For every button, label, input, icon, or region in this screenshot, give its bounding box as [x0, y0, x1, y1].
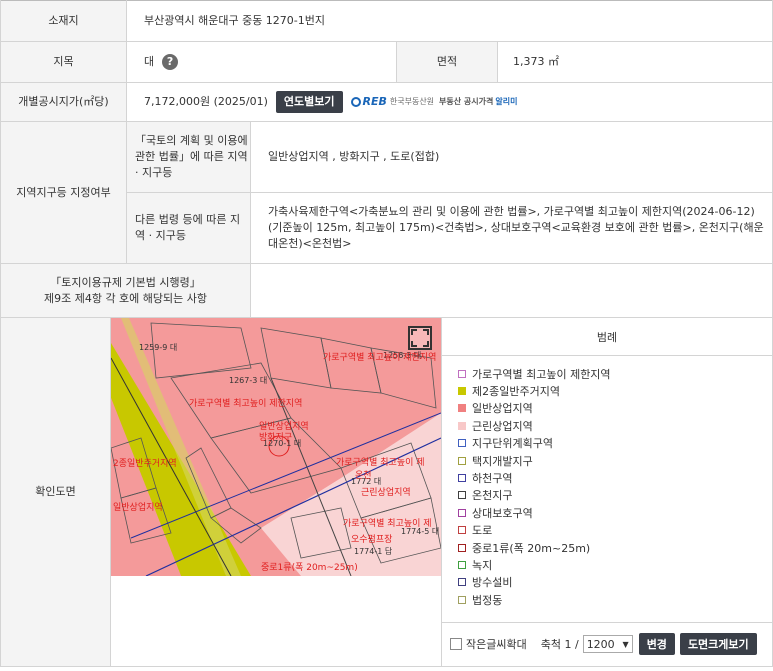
legend-swatch — [458, 473, 466, 482]
legend-item: 택지개발지구 — [458, 453, 533, 468]
map-lot-label: 1774-1 답 — [354, 547, 393, 556]
legend-item: 온천지구 — [458, 488, 512, 503]
legend-item: 가로구역별 최고높이 제한지역 — [458, 366, 611, 381]
map-facility-label: 오수펌프장 — [351, 535, 393, 545]
regulation-value — [268, 264, 758, 317]
jimok-label: 지목 — [1, 42, 126, 82]
legend-item: 근린상업지역 — [458, 418, 533, 433]
legend-label: 녹지 — [472, 558, 493, 572]
scale-change-button[interactable]: 변경 — [638, 633, 675, 655]
map-zone-label: 가로구역별 최고높이 제한지역 — [323, 353, 437, 363]
legend-item: 중로1류(폭 20m~25m) — [458, 540, 590, 555]
legend-label: 근린상업지역 — [472, 419, 533, 433]
small-font-checkbox[interactable] — [450, 638, 462, 650]
reb-link-text-b: 알리미 — [495, 97, 518, 106]
map-zone-label: 2종일반주거지역 — [113, 459, 177, 469]
zoning-sub2-label: 다른 법령 등에 따른 지역 · 지구등 — [127, 193, 250, 263]
chevron-down-icon: ▼ — [622, 639, 629, 649]
legend-label: 방수설비 — [472, 576, 513, 590]
legend-label: 온천지구 — [472, 489, 513, 503]
zoning-sub2-value: 가축사육제한구역<가축분뇨의 관리 및 이용에 관한 법률>, 가로구역별 최고… — [268, 205, 764, 250]
legend-label: 도로 — [472, 524, 493, 538]
legend-swatch — [458, 595, 466, 604]
map-road-label: 중로1류(폭 20m~25m) — [261, 563, 358, 573]
legend-swatch — [458, 491, 466, 500]
zoning-sub1-label: 「국토의 계획 및 이용에 관한 법률」에 따른 지역 · 지구등 — [127, 122, 250, 192]
legend-label: 일반상업지역 — [472, 402, 533, 416]
legend-label: 상대보호구역 — [472, 506, 533, 520]
map-zone-label: 일반상업지역 — [113, 503, 163, 513]
map-lot-label: 1259-9 대 — [139, 343, 178, 352]
area-label: 면적 — [397, 42, 497, 82]
legend-swatch — [458, 421, 466, 430]
legend-swatch — [458, 386, 466, 395]
map-lot-label: 1267-3 대 — [229, 376, 268, 385]
map-zone-label: 가로구역별 최고높이 제 — [336, 458, 425, 468]
address-label: 소재지 — [1, 1, 126, 41]
reb-link[interactable]: REB 한국부동산원 부동산 공시가격 알리미 — [350, 94, 518, 110]
legend-label: 법정동 — [472, 593, 503, 607]
legend-swatch — [458, 560, 466, 569]
map-zone-label: 근린상업지역 — [361, 488, 411, 498]
legend-label: 중로1류(폭 20m~25m) — [472, 541, 591, 555]
legend-label: 제2종일반주거지역 — [472, 384, 560, 398]
scale-select[interactable]: 1200 ▼ — [582, 635, 633, 653]
legend-swatch — [458, 526, 466, 535]
price-cell: 7,172,000원 (2025/01) 연도별보기 REB 한국부동산원 부동… — [144, 83, 764, 121]
zoning-label: 지역지구등 지정여부 — [1, 122, 126, 263]
reb-link-text-a: 부동산 공시가격 — [439, 97, 494, 106]
legend-swatch — [458, 404, 466, 413]
price-value: 7,172,000원 (2025/01) — [144, 95, 268, 108]
legend-item: 법정동 — [458, 592, 502, 607]
map-controls: 작은글씨확대 축척 1 / 1200 ▼ 변경 도면크게보기 — [450, 633, 757, 655]
legend-label: 가로구역별 최고높이 제한지역 — [472, 367, 611, 381]
legend-swatch — [458, 439, 466, 448]
legend-item: 하천구역 — [458, 470, 512, 485]
reb-org-text: 한국부동산원 — [389, 97, 435, 106]
expand-icon[interactable] — [408, 326, 432, 350]
legend-label: 택지개발지구 — [472, 454, 533, 468]
legend-label: 지구단위계획구역 — [472, 437, 553, 451]
regulation-label: 「토지이용규제 기본법 시행령」 제9조 제4항 각 호에 해당되는 사항 — [1, 264, 250, 317]
map-zone-label: 방화지구 — [259, 433, 293, 443]
reb-logo-text: REB — [362, 95, 387, 108]
legend-swatch — [458, 543, 466, 552]
help-icon[interactable]: ? — [162, 54, 179, 70]
legend-item: 일반상업지역 — [458, 401, 533, 416]
jimok-value: 대 — [144, 55, 155, 68]
legend-title: 범례 — [596, 330, 618, 344]
map-enlarge-button[interactable]: 도면크게보기 — [679, 633, 757, 655]
address-value: 부산광역시 해운대구 중동 1270-1번지 — [144, 14, 326, 27]
legend-item: 녹지 — [458, 557, 492, 572]
legend-item: 방수설비 — [458, 575, 512, 590]
legend-swatch — [458, 508, 466, 517]
reb-logo-icon — [350, 97, 361, 107]
legend-item: 상대보호구역 — [458, 505, 533, 520]
legend-swatch — [458, 578, 466, 587]
map-zone-label: 온천 — [355, 471, 372, 481]
legend-item: 제2종일반주거지역 — [458, 383, 560, 398]
zoning-sub1-value: 일반상업지역 , 방화지구 , 도로(접합) — [268, 150, 440, 163]
legend-swatch — [458, 456, 466, 465]
legend-label: 하천구역 — [472, 471, 513, 485]
price-label: 개별공시지가(㎡당) — [1, 83, 126, 121]
legend-item: 지구단위계획구역 — [458, 436, 553, 451]
map-zone-label: 가로구역별 최고높이 제한지역 — [189, 399, 303, 409]
confirm-label: 확인도면 — [1, 318, 110, 666]
jimok-cell: 대 ? — [144, 42, 394, 82]
small-font-label: 작은글씨확대 — [466, 638, 527, 651]
map-canvas[interactable]: 1259-9 대 1267-3 대 1270-1 대 1772 대 1774-1… — [111, 318, 441, 576]
scale-label: 축척 1 / — [540, 638, 579, 651]
yearly-view-button[interactable]: 연도별보기 — [275, 91, 343, 113]
legend-item: 도로 — [458, 523, 492, 538]
area-value: 1,373 ㎡ — [513, 55, 559, 68]
legend-swatch — [458, 369, 466, 378]
map-zone-label: 가로구역별 최고높이 제 — [343, 519, 432, 529]
